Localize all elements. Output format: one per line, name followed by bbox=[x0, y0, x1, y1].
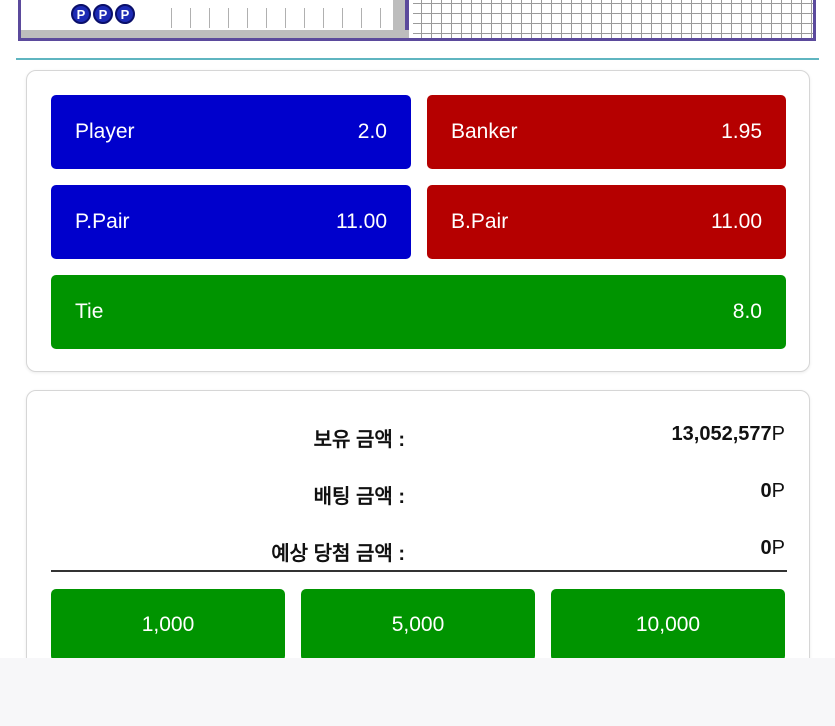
bet-amount-row: 배팅 금액 : 0P bbox=[27, 480, 811, 510]
big-road-grid bbox=[413, 0, 813, 38]
bet-label: B.Pair bbox=[451, 210, 509, 233]
amount-5000-button[interactable]: 5,000 bbox=[301, 589, 535, 661]
player-bet-button[interactable]: Player 2.0 bbox=[51, 95, 411, 169]
expected-win-value: 0P bbox=[761, 537, 785, 560]
point-unit: P bbox=[771, 423, 785, 445]
bead-road-results: P P P bbox=[71, 4, 135, 24]
bet-amount-value: 0P bbox=[761, 480, 785, 503]
bet-amount-label: 배팅 금액 : bbox=[313, 486, 405, 508]
scoreboard: P P P bbox=[18, 0, 816, 41]
player-result-chip: P bbox=[115, 4, 135, 24]
point-unit: P bbox=[771, 480, 785, 502]
section-divider bbox=[16, 58, 819, 60]
bead-road: P P P bbox=[21, 0, 409, 38]
amount-10000-button[interactable]: 10,000 bbox=[551, 589, 785, 661]
player-result-chip: P bbox=[71, 4, 91, 24]
bet-amount: 0 bbox=[760, 480, 772, 502]
bet-label: P.Pair bbox=[75, 210, 130, 233]
bet-options-panel: Player 2.0 Banker 1.95 P.Pair 11.00 B.Pa… bbox=[26, 70, 810, 372]
summary-divider bbox=[51, 570, 787, 572]
expected-win-row: 예상 당첨 금액 : 0P bbox=[27, 537, 811, 567]
balance-label: 보유 금액 : bbox=[313, 429, 405, 451]
expected-win-label: 예상 당첨 금액 : bbox=[271, 543, 405, 565]
balance-row: 보유 금액 : 13,052,577P bbox=[27, 423, 811, 453]
player-result-chip: P bbox=[93, 4, 113, 24]
amount-1000-button[interactable]: 1,000 bbox=[51, 589, 285, 661]
balance-value: 13,052,577P bbox=[672, 423, 785, 446]
balance-amount: 13,052,577 bbox=[671, 423, 772, 445]
bet-odds: 8.0 bbox=[732, 300, 762, 323]
point-unit: P bbox=[771, 537, 785, 559]
bet-label: Tie bbox=[75, 300, 104, 323]
bet-odds: 11.00 bbox=[711, 210, 762, 233]
tie-bet-button[interactable]: Tie 8.0 bbox=[51, 275, 786, 349]
bet-odds: 2.0 bbox=[357, 120, 387, 143]
bead-road-edge bbox=[393, 0, 405, 38]
bottom-bar bbox=[0, 658, 835, 726]
bet-label: Banker bbox=[451, 120, 518, 143]
banker-pair-bet-button[interactable]: B.Pair 11.00 bbox=[427, 185, 786, 259]
bead-road-footer bbox=[21, 30, 409, 38]
expected-win-amount: 0 bbox=[760, 537, 772, 559]
banker-bet-button[interactable]: Banker 1.95 bbox=[427, 95, 786, 169]
bet-odds: 1.95 bbox=[721, 120, 762, 143]
bet-label: Player bbox=[75, 120, 135, 143]
bet-odds: 11.00 bbox=[336, 210, 387, 233]
bet-summary-panel: 보유 금액 : 13,052,577P 배팅 금액 : 0P 예상 당첨 금액 … bbox=[26, 390, 810, 690]
player-pair-bet-button[interactable]: P.Pair 11.00 bbox=[51, 185, 411, 259]
bead-road-grid bbox=[171, 8, 401, 28]
